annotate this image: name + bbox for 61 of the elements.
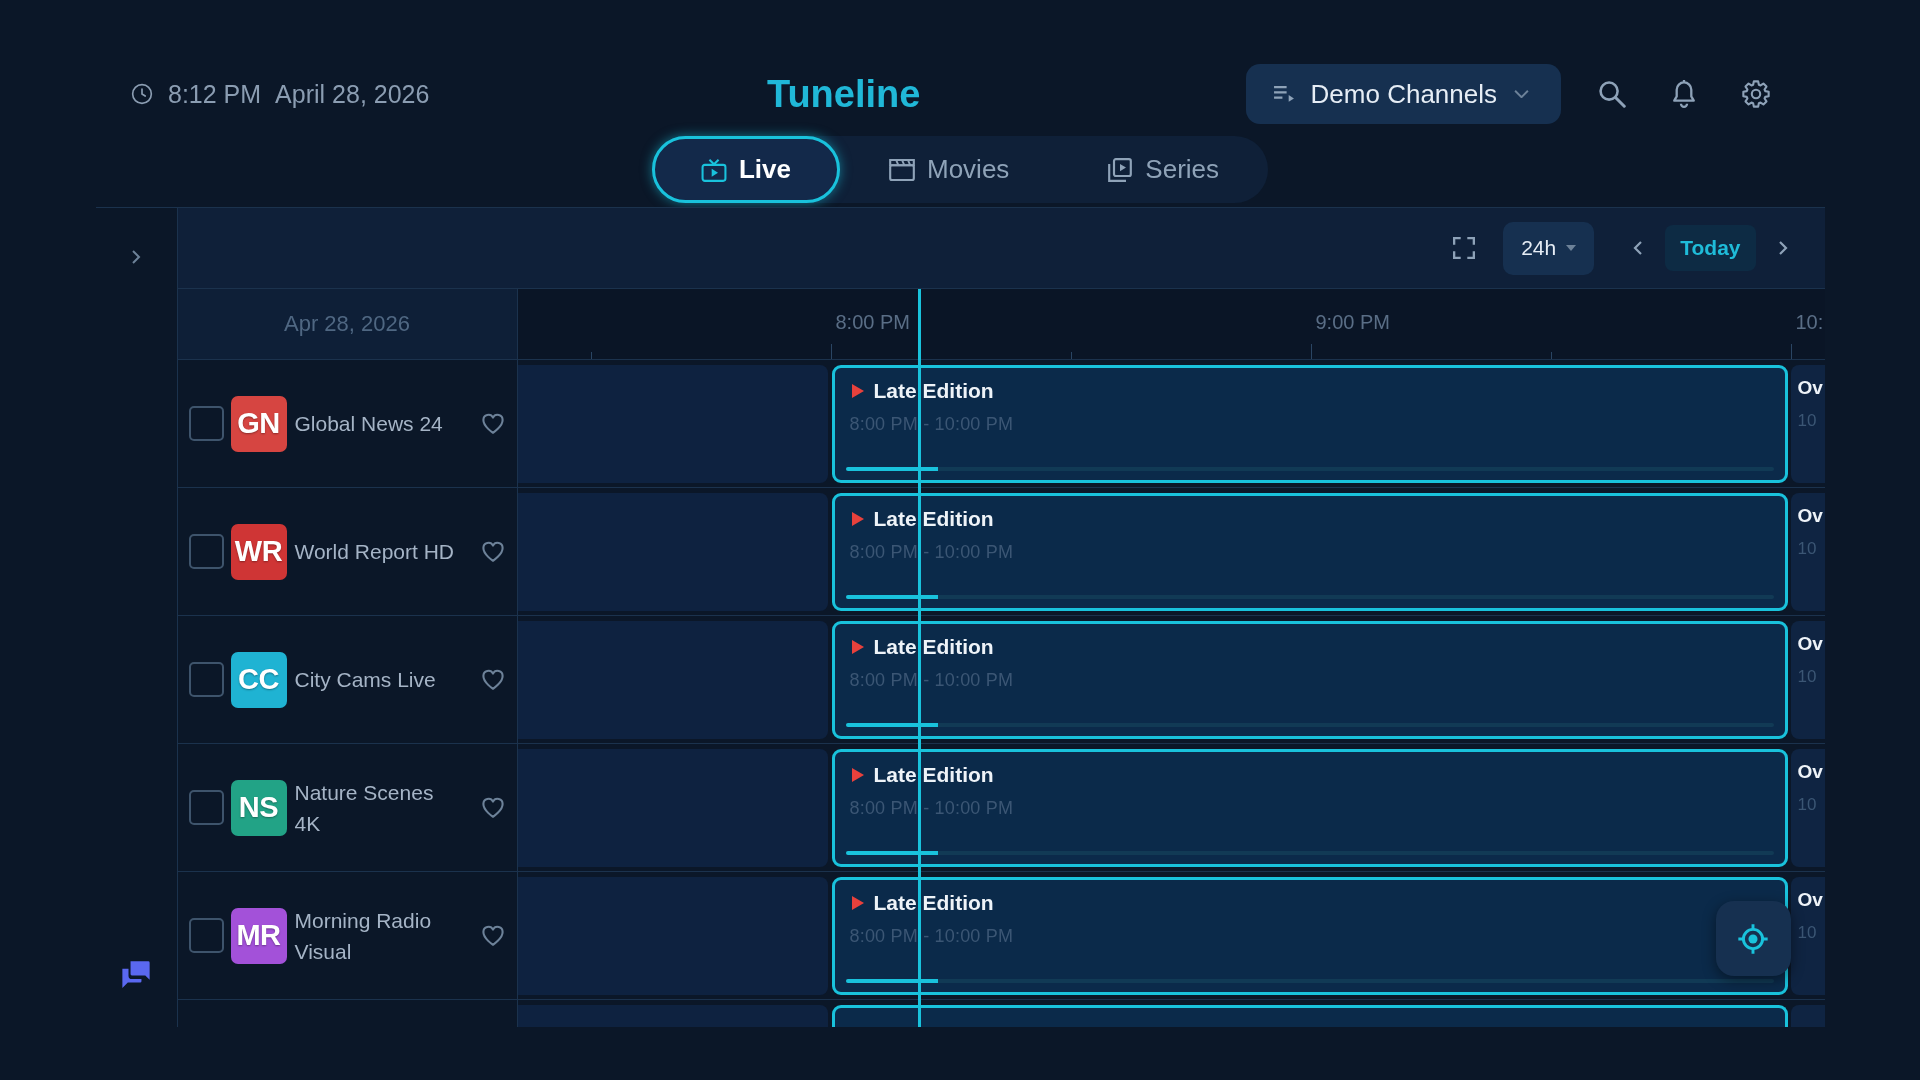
today-button[interactable]: Today — [1665, 225, 1756, 271]
chat-icon[interactable] — [121, 960, 151, 990]
channel-name: World Report HD — [294, 539, 455, 565]
tab[interactable]: Movies — [840, 136, 1059, 203]
heart-icon[interactable] — [481, 541, 504, 562]
channel-logo: CC — [230, 651, 287, 708]
crosshair-icon — [1737, 922, 1769, 955]
program-title: Late Edition — [873, 890, 994, 916]
program-title: Ov — [1797, 376, 1823, 400]
program-title: Ov — [1797, 504, 1823, 528]
program-block[interactable] — [831, 1005, 1788, 1027]
heart-icon[interactable] — [481, 669, 504, 690]
channel-logo: GN — [230, 395, 287, 452]
playlist-icon — [1272, 85, 1295, 103]
locate-now-button[interactable] — [1715, 901, 1791, 976]
channel-logo: NS — [230, 779, 287, 836]
channel-name: City Cams Live — [294, 667, 437, 693]
heart-icon[interactable] — [481, 413, 504, 434]
time-range-dropdown[interactable]: 24h — [1503, 221, 1595, 275]
time-label: 8:00 PM — [835, 310, 910, 334]
caret-down-icon — [1566, 245, 1577, 251]
channel-logo: MR — [230, 907, 287, 964]
chevron-right-icon[interactable] — [1777, 240, 1788, 256]
program-title: Late Edition — [873, 762, 994, 788]
chevron-down-icon — [1514, 90, 1529, 98]
search-icon[interactable] — [1598, 80, 1626, 108]
program-title: Ov — [1797, 760, 1823, 784]
fullscreen-icon[interactable] — [1453, 237, 1476, 259]
channel-checkbox[interactable] — [188, 790, 224, 825]
tv-icon — [700, 157, 727, 182]
tab[interactable]: Live — [651, 136, 840, 203]
channel-name: Morning Radio Visual — [294, 907, 433, 965]
media-stack-icon — [1107, 157, 1134, 182]
channel-source-dropdown[interactable]: Demo Channels — [1245, 64, 1561, 124]
channel-checkbox[interactable] — [188, 534, 224, 569]
current-date: April 28, 2026 — [275, 79, 430, 109]
program-title: Late Edition — [873, 378, 994, 404]
channel-checkbox[interactable] — [188, 918, 224, 953]
clapperboard-icon — [889, 157, 915, 182]
program-title: Ov — [1797, 888, 1823, 912]
heart-icon[interactable] — [481, 925, 504, 946]
channel-checkbox[interactable] — [188, 406, 224, 441]
program-title: Ov — [1797, 632, 1823, 656]
time-label: 9:00 PM — [1315, 310, 1390, 334]
channel-logo: WR — [230, 523, 287, 580]
app-title: Tuneline — [767, 72, 921, 116]
channel-checkbox[interactable] — [188, 662, 224, 697]
program-title: Late Edition — [873, 634, 994, 660]
time-label: 10: — [1795, 310, 1824, 334]
heart-icon[interactable] — [481, 797, 504, 818]
clock-icon — [131, 83, 153, 105]
tab[interactable]: Series — [1058, 136, 1269, 203]
current-time: 8:12 PM — [168, 79, 262, 109]
program-title: Late Edition — [873, 506, 994, 532]
bell-icon[interactable] — [1670, 80, 1698, 108]
date-header: Apr 28, 2026 — [177, 289, 518, 359]
channel-name: Nature Scenes 4K — [294, 779, 435, 837]
settings-gear-icon[interactable] — [1742, 80, 1770, 108]
channel-name: Global News 24 — [294, 411, 444, 437]
chevron-right-icon[interactable] — [131, 249, 141, 265]
chevron-left-icon[interactable] — [1633, 240, 1644, 256]
